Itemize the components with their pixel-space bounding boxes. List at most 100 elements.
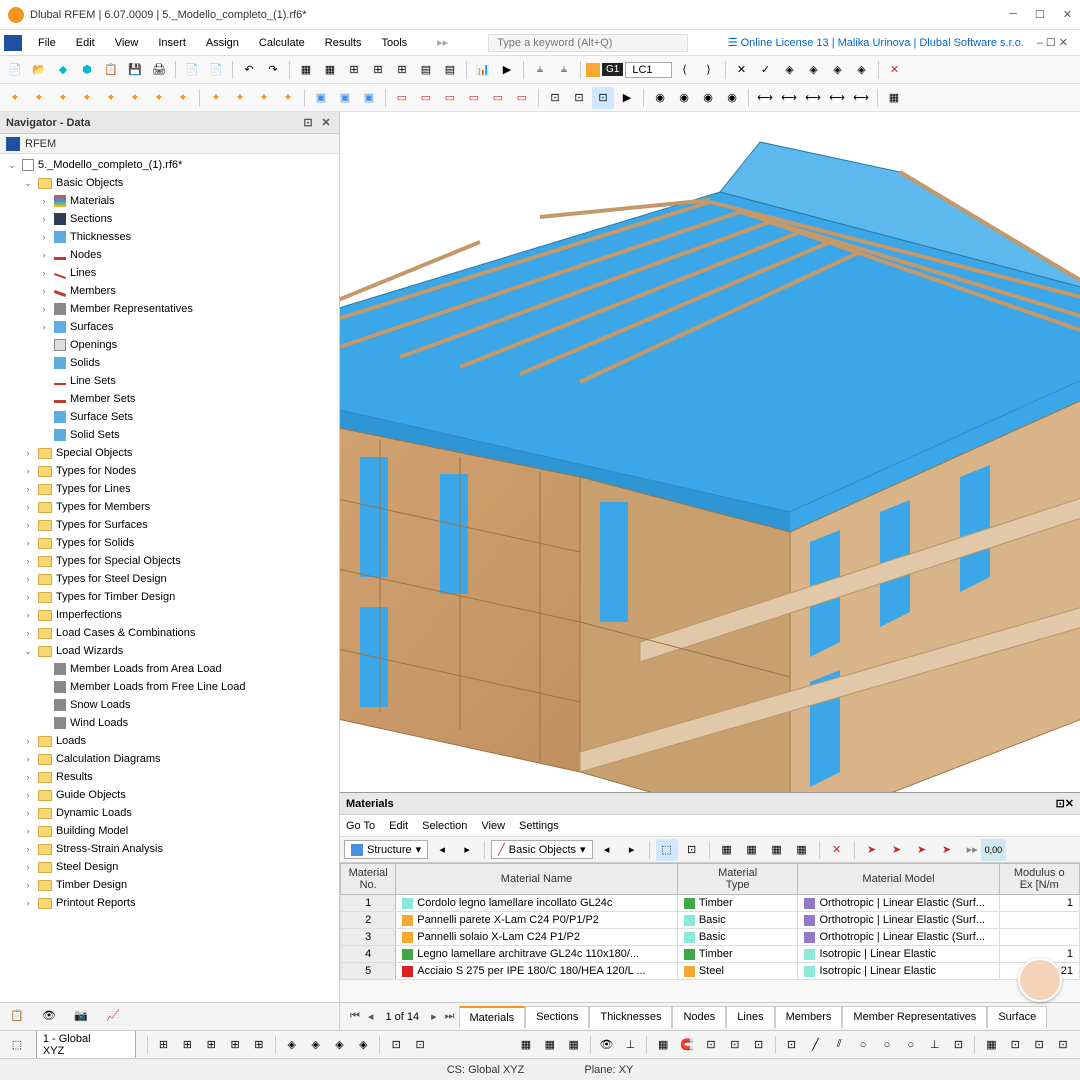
- snap1-icon[interactable]: ▦: [515, 1034, 537, 1056]
- tree-node[interactable]: ›Guide Objects: [0, 786, 339, 804]
- tab-sections[interactable]: Sections: [525, 1006, 589, 1028]
- menu-insert[interactable]: Insert: [148, 33, 196, 53]
- tree-node[interactable]: ›Types for Surfaces: [0, 516, 339, 534]
- line-icon[interactable]: ✦: [28, 87, 50, 109]
- tree-node[interactable]: ›Thicknesses: [0, 228, 339, 246]
- tree-node[interactable]: ›Dynamic Loads: [0, 804, 339, 822]
- loadcase-group[interactable]: G1: [602, 63, 623, 76]
- b7-icon[interactable]: ◈: [305, 1034, 327, 1056]
- nav-data-icon[interactable]: 📋: [10, 1009, 30, 1025]
- tree-node[interactable]: Wind Loads: [0, 714, 339, 732]
- b10-icon[interactable]: ⊡: [385, 1034, 407, 1056]
- objects-combo[interactable]: ╱Basic Objects ▾: [491, 840, 592, 859]
- tree-node[interactable]: ›Calculation Diagrams: [0, 750, 339, 768]
- frame2-icon[interactable]: ▭: [415, 87, 437, 109]
- result2-icon[interactable]: ✓: [755, 59, 777, 81]
- tab-member-representatives[interactable]: Member Representatives: [842, 1006, 987, 1028]
- prev-page-icon[interactable]: ◂: [364, 1010, 378, 1023]
- snap7-icon[interactable]: 🧲: [676, 1034, 698, 1056]
- undock-materials-icon[interactable]: ⊡: [1056, 797, 1065, 810]
- next-page-icon[interactable]: ▸: [427, 1010, 441, 1023]
- table-icon[interactable]: ▦: [295, 59, 317, 81]
- tree-node[interactable]: ›Types for Members: [0, 498, 339, 516]
- model-icon[interactable]: ⬢: [76, 59, 98, 81]
- materials-table[interactable]: MaterialNo.Material NameMaterialTypeMate…: [340, 863, 1080, 980]
- tree-node[interactable]: ›Load Cases & Combinations: [0, 624, 339, 642]
- node-icon[interactable]: ✦: [4, 87, 26, 109]
- grid2-icon[interactable]: ⊞: [367, 59, 389, 81]
- osnap2-icon[interactable]: ╱: [804, 1034, 826, 1056]
- close-panel-icon[interactable]: ✕: [319, 116, 333, 129]
- tab-members[interactable]: Members: [775, 1006, 843, 1028]
- render1-icon[interactable]: ◉: [649, 87, 671, 109]
- snap10-icon[interactable]: ⊡: [748, 1034, 770, 1056]
- snap2-icon[interactable]: ▦: [539, 1034, 561, 1056]
- member-icon[interactable]: ✦: [52, 87, 74, 109]
- layers-icon[interactable]: ▤: [415, 59, 437, 81]
- grid-icon[interactable]: ▦: [980, 1034, 1002, 1056]
- redo-icon[interactable]: ↷: [262, 59, 284, 81]
- menu-tools[interactable]: Tools: [371, 33, 417, 53]
- osnap1-icon[interactable]: ⊡: [781, 1034, 803, 1056]
- del-icon[interactable]: ✕: [826, 839, 848, 861]
- load2-icon[interactable]: ✦: [229, 87, 251, 109]
- tree-node[interactable]: ›Imperfections: [0, 606, 339, 624]
- loadcase-combo[interactable]: LC1: [625, 62, 671, 78]
- mat-menu-settings[interactable]: Settings: [519, 820, 559, 832]
- edit4-icon[interactable]: ▦: [791, 839, 813, 861]
- tree-node[interactable]: ›Materials: [0, 192, 339, 210]
- ortho-icon[interactable]: ⊡: [1004, 1034, 1026, 1056]
- first-page-icon[interactable]: ⏮: [346, 1010, 364, 1023]
- render3-icon[interactable]: ◉: [697, 87, 719, 109]
- tree-node[interactable]: ›Types for Special Objects: [0, 552, 339, 570]
- calc2-icon[interactable]: ▶: [496, 59, 518, 81]
- snap6-icon[interactable]: ▦: [652, 1034, 674, 1056]
- dim3-icon[interactable]: ⟷: [802, 87, 824, 109]
- menu-view[interactable]: View: [105, 33, 149, 53]
- minimize-button[interactable]: ─: [1009, 8, 1017, 21]
- view3-icon[interactable]: ⊡: [592, 87, 614, 109]
- structure-combo[interactable]: Structure ▾: [344, 840, 428, 859]
- b2-icon[interactable]: ⊞: [176, 1034, 198, 1056]
- tree-node[interactable]: ›Surfaces: [0, 318, 339, 336]
- b5-icon[interactable]: ⊞: [248, 1034, 270, 1056]
- b6-icon[interactable]: ◈: [281, 1034, 303, 1056]
- tree-node[interactable]: ›Results: [0, 768, 339, 786]
- doc2-icon[interactable]: 📄: [205, 59, 227, 81]
- opening-icon[interactable]: ✦: [124, 87, 146, 109]
- solid-icon[interactable]: ✦: [100, 87, 122, 109]
- result4-icon[interactable]: ◈: [803, 59, 825, 81]
- edit2-icon[interactable]: ▦: [741, 839, 763, 861]
- grid3-icon[interactable]: ⊞: [391, 59, 413, 81]
- last-page-icon[interactable]: ⏭: [441, 1010, 459, 1023]
- load3-icon[interactable]: ✦: [253, 87, 275, 109]
- mat-menu-selection[interactable]: Selection: [422, 820, 467, 832]
- table-row[interactable]: 1Cordolo legno lamellare incollato GL24c…: [341, 895, 1080, 912]
- layers2-icon[interactable]: ▤: [439, 59, 461, 81]
- tree-node[interactable]: ›Lines: [0, 264, 339, 282]
- tree-node[interactable]: ›Member Representatives: [0, 300, 339, 318]
- open-icon[interactable]: 📂: [28, 59, 50, 81]
- units-icon[interactable]: 0,00: [981, 839, 1007, 861]
- tree-node[interactable]: ›Special Objects: [0, 444, 339, 462]
- tab-thicknesses[interactable]: Thicknesses: [589, 1006, 672, 1028]
- result6-icon[interactable]: ◈: [851, 59, 873, 81]
- cube1-icon[interactable]: ▣: [310, 87, 332, 109]
- cs-combo[interactable]: 1 - Global XYZ: [36, 1030, 136, 1058]
- nav-camera-icon[interactable]: 📷: [74, 1009, 94, 1025]
- view2-icon[interactable]: ⊡: [568, 87, 590, 109]
- result1-icon[interactable]: ✕: [731, 59, 753, 81]
- cube3-icon[interactable]: ▣: [358, 87, 380, 109]
- tree-node[interactable]: ›Stress-Strain Analysis: [0, 840, 339, 858]
- b9-icon[interactable]: ◈: [352, 1034, 374, 1056]
- lc-next-icon[interactable]: ⟩: [698, 59, 720, 81]
- frame6-icon[interactable]: ▭: [511, 87, 533, 109]
- close-button[interactable]: ✕: [1063, 8, 1072, 21]
- polar-icon[interactable]: ⊡: [1028, 1034, 1050, 1056]
- delete-icon[interactable]: ✕: [884, 59, 906, 81]
- cs-icon[interactable]: ⬚: [6, 1034, 28, 1056]
- tree-node[interactable]: ›Types for Steel Design: [0, 570, 339, 588]
- set-icon[interactable]: ✦: [148, 87, 170, 109]
- edit3-icon[interactable]: ▦: [766, 839, 788, 861]
- navigator-tree[interactable]: ⌄5._Modello_completo_(1).rf6*⌄Basic Obje…: [0, 154, 339, 1002]
